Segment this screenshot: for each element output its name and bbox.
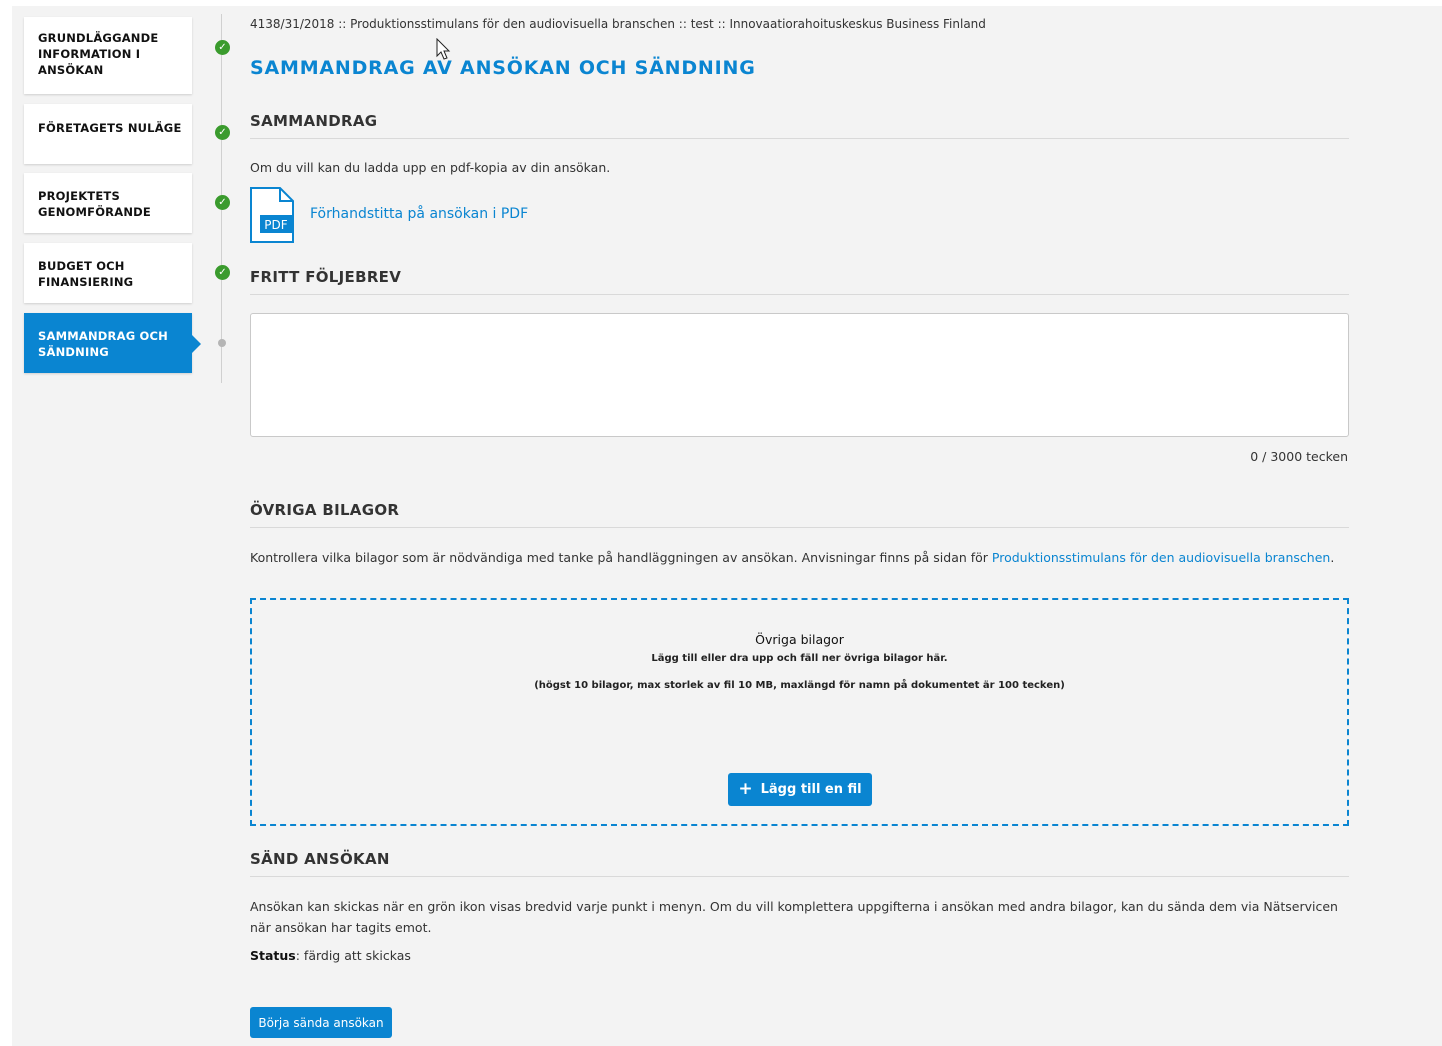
attachments-heading: ÖVRIGA BILAGOR [250,501,1349,528]
plus-icon: + [738,779,753,799]
pdf-preview-link[interactable]: Förhandstitta på ansökan i PDF [310,206,528,222]
start-sending-button[interactable]: Börja sända ansökan [250,1007,392,1038]
add-file-label: Lägg till en fil [760,782,862,797]
send-heading: SÄND ANSÖKAN [250,850,1349,877]
sidebar-item-project-execution[interactable]: PROJEKTETS GENOMFÖRANDE [24,173,192,233]
check-icon: ✓ [215,195,230,210]
sidebar-item-label: GRUNDLÄGGANDE INFORMATION I ANSÖKAN [38,31,159,77]
file-dropzone[interactable]: Övriga bilagor Lägg till eller dra upp o… [250,598,1349,826]
sidebar-item-label: FÖRETAGETS NULÄGE [38,121,182,135]
sidebar-item-company-status[interactable]: FÖRETAGETS NULÄGE [24,104,192,164]
sidebar-item-label: PROJEKTETS GENOMFÖRANDE [38,189,151,219]
check-icon: ✓ [215,40,230,55]
cover-letter-textarea[interactable] [250,313,1349,437]
sidebar-item-summary-sending[interactable]: SAMMANDRAG OCH SÄNDNING [24,313,201,373]
send-description: Ansökan kan skickas när en grön ikon vis… [250,899,1338,935]
page-top-edge [0,0,1442,6]
check-icon: ✓ [215,265,230,280]
sidebar-item-label: BUDGET OCH FINANSIERING [38,259,134,289]
status-line: Status: färdig att skickas [250,948,411,963]
summary-heading: SAMMANDRAG [250,112,1349,139]
dropzone-subtitle: Lägg till eller dra upp och fäll ner övr… [651,653,948,664]
character-counter: 0 / 3000 tecken [1250,449,1348,464]
check-icon: ✓ [215,125,230,140]
dropzone-limits: (högst 10 bilagor, max storlek av fil 10… [534,680,1065,691]
sidebar-item-label: SAMMANDRAG OCH SÄNDNING [38,329,168,359]
sidebar-item-budget-financing[interactable]: BUDGET OCH FINANSIERING [24,243,192,303]
pdf-icon-label: PDF [264,218,287,232]
summary-description: Om du vill kan du ladda upp en pdf-kopia… [250,160,611,175]
breadcrumb: 4138/31/2018 :: Produktionsstimulans för… [250,17,986,31]
instructions-link[interactable]: Produktionsstimulans för den audiovisuel… [992,550,1330,565]
page-title: SAMMANDRAG AV ANSÖKAN OCH SÄNDNING [250,57,756,79]
instructions-suffix: . [1330,550,1335,565]
mouse-cursor-icon [436,38,451,60]
status-value: : färdig att skickas [295,948,411,963]
page-left-edge [0,0,12,1046]
pdf-file-icon[interactable]: PDF [250,187,294,243]
instructions-text: Kontrollera vilka bilagor som är nödvänd… [250,550,992,565]
cover-letter-heading: FRITT FÖLJEBREV [250,268,1349,295]
attachments-instructions: Kontrollera vilka bilagor som är nödvänd… [250,547,1349,568]
status-label: Status [250,948,296,963]
add-file-button[interactable]: + Lägg till en fil [728,773,872,806]
current-step-dot [218,339,226,347]
dropzone-title: Övriga bilagor [755,632,844,647]
sidebar-item-basic-information[interactable]: GRUNDLÄGGANDE INFORMATION I ANSÖKAN [24,17,192,94]
